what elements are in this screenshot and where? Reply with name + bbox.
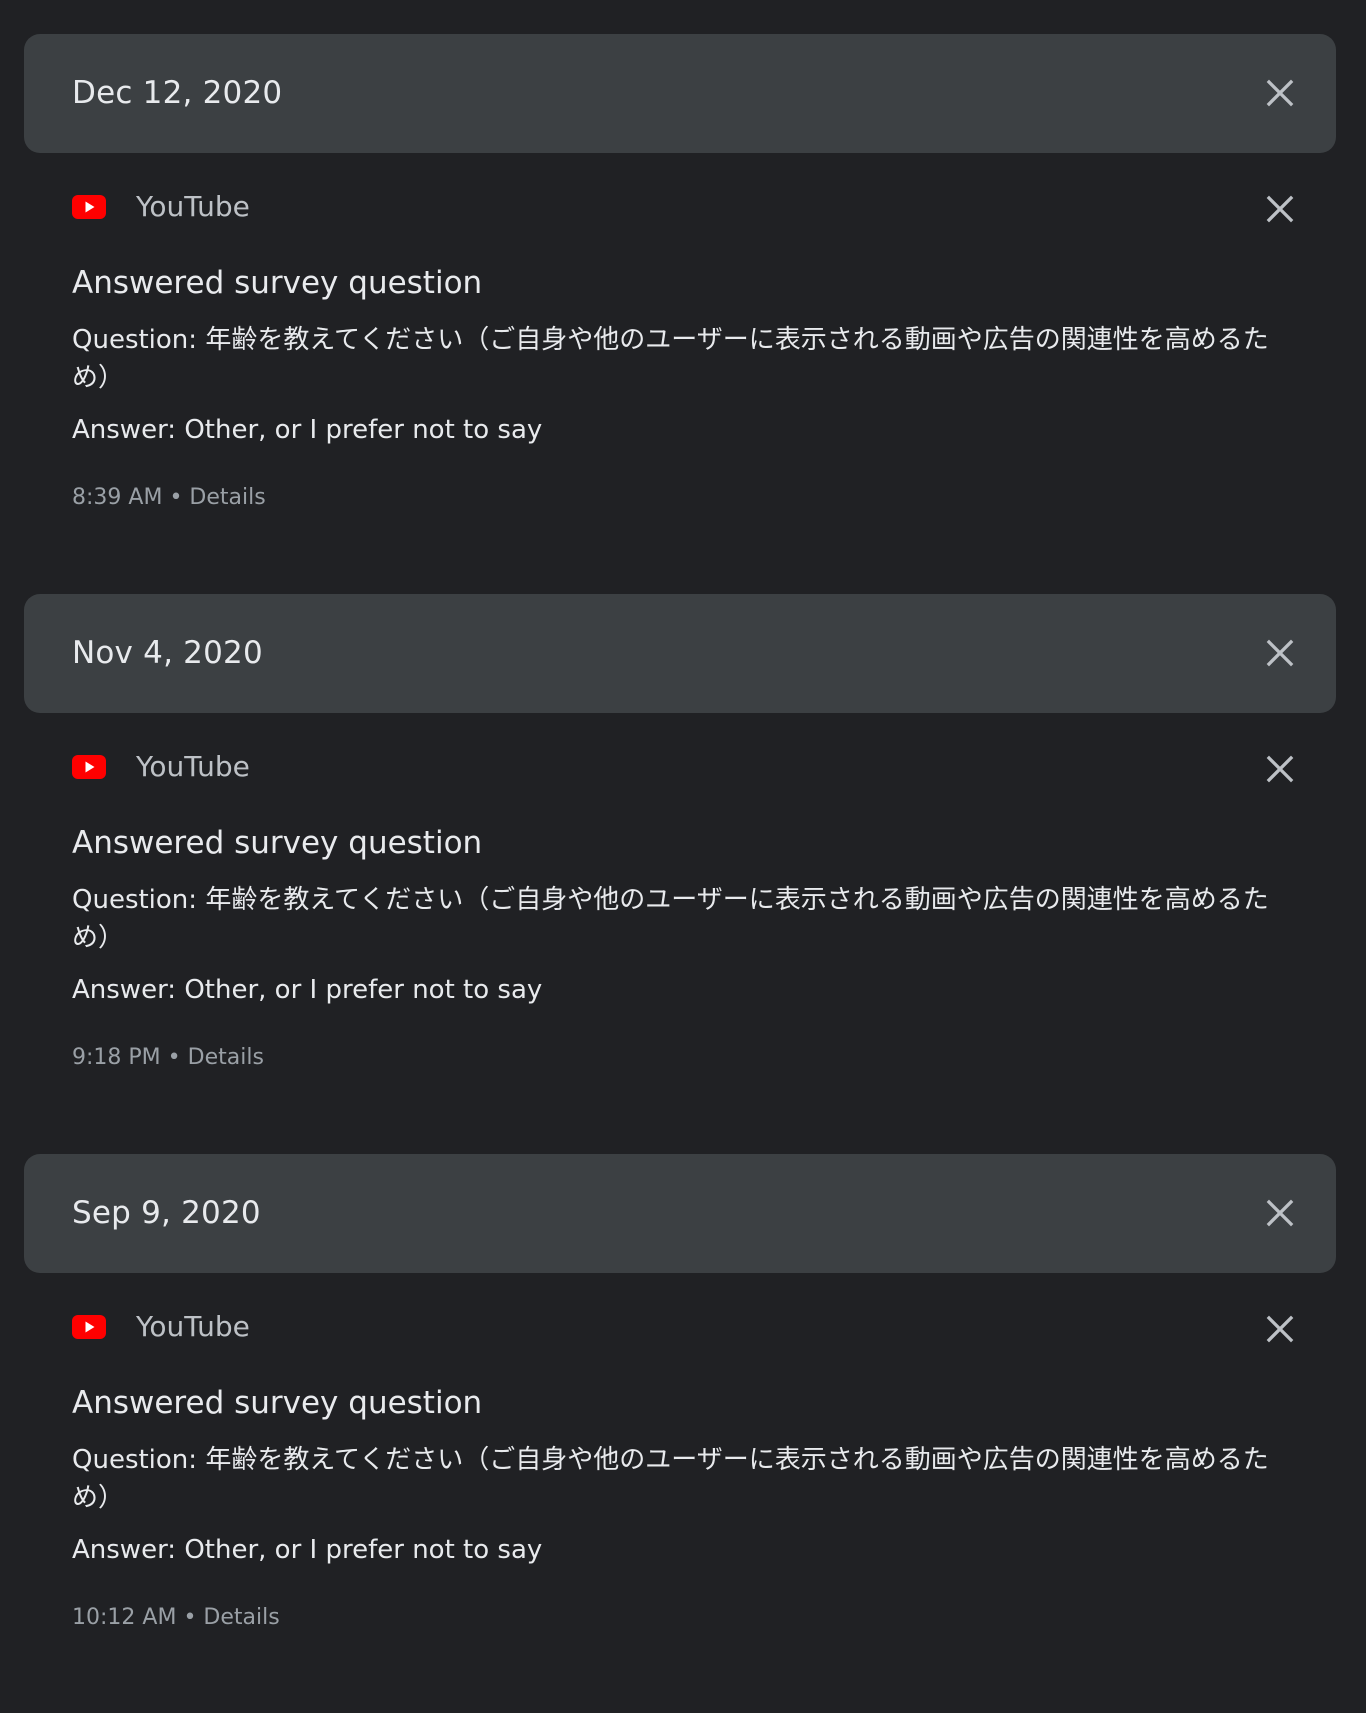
meta-separator: • xyxy=(167,1045,181,1070)
answer-text: Answer: Other, or I prefer not to say xyxy=(72,1535,543,1565)
delete-day-button[interactable] xyxy=(1258,71,1302,115)
date-label: Sep 9, 2020 xyxy=(72,1195,261,1231)
meta-separator: • xyxy=(183,1605,197,1630)
close-icon xyxy=(1266,1315,1294,1343)
youtube-icon xyxy=(72,1315,106,1339)
delete-item-button[interactable] xyxy=(1258,747,1302,791)
youtube-icon xyxy=(72,195,106,219)
item-meta: 8:39 AM • Details xyxy=(72,483,266,513)
details-link[interactable]: Details xyxy=(188,1045,264,1070)
close-icon xyxy=(1266,1199,1294,1227)
item-meta: 10:12 AM • Details xyxy=(72,1603,280,1633)
close-icon xyxy=(1266,639,1294,667)
item-time: 10:12 AM xyxy=(72,1605,177,1630)
delete-day-button[interactable] xyxy=(1258,631,1302,675)
date-header: Dec 12, 2020 xyxy=(24,34,1336,153)
day-group: Dec 12, 2020 YouTube Answered survey que… xyxy=(24,34,1336,593)
close-icon xyxy=(1266,755,1294,783)
day-group: Sep 9, 2020 YouTube Answered survey ques… xyxy=(24,1154,1336,1713)
product-row: YouTube xyxy=(72,1307,250,1347)
details-link[interactable]: Details xyxy=(203,1605,279,1630)
product-name: YouTube xyxy=(136,750,250,783)
activity-item: YouTube Answered survey question Questio… xyxy=(24,153,1336,593)
item-title: Answered survey question xyxy=(72,1385,483,1421)
question-text: Question: 年齢を教えてください（ご自身や他のユーザーに表示される動画や… xyxy=(72,1445,1269,1513)
meta-separator: • xyxy=(169,485,183,510)
date-header: Sep 9, 2020 xyxy=(24,1154,1336,1273)
product-name: YouTube xyxy=(136,190,250,223)
product-name: YouTube xyxy=(136,1310,250,1343)
delete-item-button[interactable] xyxy=(1258,187,1302,231)
activity-item: YouTube Answered survey question Questio… xyxy=(24,1273,1336,1713)
delete-item-button[interactable] xyxy=(1258,1307,1302,1351)
product-row: YouTube xyxy=(72,747,250,787)
answer-text: Answer: Other, or I prefer not to say xyxy=(72,975,543,1005)
item-title: Answered survey question xyxy=(72,265,483,301)
item-time: 8:39 AM xyxy=(72,485,163,510)
date-label: Nov 4, 2020 xyxy=(72,635,263,671)
details-link[interactable]: Details xyxy=(189,485,265,510)
delete-day-button[interactable] xyxy=(1258,1191,1302,1235)
day-group: Nov 4, 2020 YouTube Answered survey ques… xyxy=(24,594,1336,1153)
youtube-icon xyxy=(72,755,106,779)
item-meta: 9:18 PM • Details xyxy=(72,1043,264,1073)
question-text: Question: 年齢を教えてください（ご自身や他のユーザーに表示される動画や… xyxy=(72,885,1269,953)
product-row: YouTube xyxy=(72,187,250,227)
activity-item: YouTube Answered survey question Questio… xyxy=(24,713,1336,1153)
close-icon xyxy=(1266,79,1294,107)
item-time: 9:18 PM xyxy=(72,1045,161,1070)
close-icon xyxy=(1266,195,1294,223)
item-title: Answered survey question xyxy=(72,825,483,861)
date-label: Dec 12, 2020 xyxy=(72,75,283,111)
date-header: Nov 4, 2020 xyxy=(24,594,1336,713)
question-text: Question: 年齢を教えてください（ご自身や他のユーザーに表示される動画や… xyxy=(72,325,1269,393)
answer-text: Answer: Other, or I prefer not to say xyxy=(72,415,543,445)
